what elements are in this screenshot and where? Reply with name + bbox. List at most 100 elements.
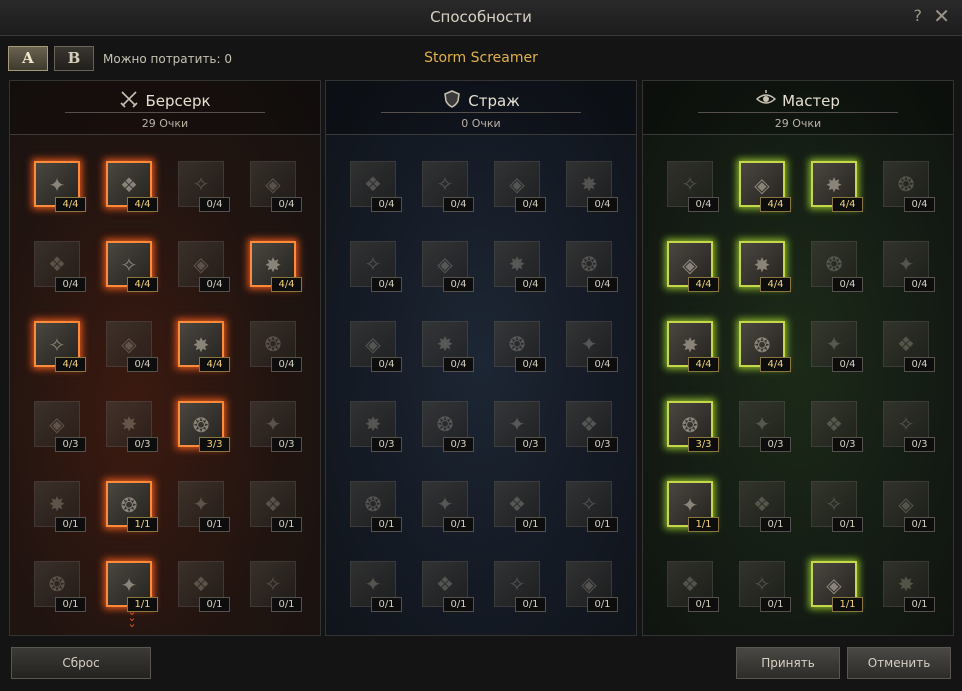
skill-slot[interactable]: ❂ 0/4 <box>566 241 618 292</box>
skill-slot[interactable]: ❖ 0/4 <box>350 161 402 212</box>
skill-slot[interactable]: ✧ 4/4 <box>34 321 86 372</box>
skill-slot[interactable]: ❂ 0/1 <box>350 481 402 532</box>
skill-slot[interactable]: ✦ 0/4 <box>811 321 863 372</box>
close-icon[interactable]: ✕ <box>933 4 950 28</box>
skill-slot[interactable]: ✸ 4/4 <box>178 321 230 372</box>
skill-level: 4/4 <box>832 197 863 212</box>
skill-slot[interactable]: ❖ 0/1 <box>494 481 546 532</box>
skill-slot[interactable]: ✦ 0/4 <box>566 321 618 372</box>
skill-slot[interactable]: ✦ 1/1 <box>106 561 158 612</box>
skill-slot[interactable]: ✸ 0/4 <box>422 321 474 372</box>
skill-slot[interactable]: ◈ 0/4 <box>350 321 402 372</box>
skill-glyph-icon: ✧ <box>48 333 66 357</box>
skill-slot[interactable]: ✧ 0/4 <box>667 161 719 212</box>
skill-slot[interactable]: ◈ 0/4 <box>494 161 546 212</box>
skill-slot[interactable]: ✧ 4/4 <box>106 241 158 292</box>
skill-slot[interactable]: ❖ 0/1 <box>667 561 719 612</box>
skill-level: 4/4 <box>760 357 791 372</box>
skill-level: 0/3 <box>55 437 86 452</box>
skill-slot[interactable]: ❂ 0/4 <box>494 321 546 372</box>
skill-slot[interactable]: ✧ 0/1 <box>250 561 302 612</box>
skill-slot[interactable]: ✸ 4/4 <box>250 241 302 292</box>
skill-slot[interactable]: ✧ 0/4 <box>422 161 474 212</box>
skill-slot[interactable]: ❂ 0/4 <box>250 321 302 372</box>
skill-glyph-icon: ✸ <box>264 253 282 277</box>
skill-slot[interactable]: ◈ 0/1 <box>883 481 935 532</box>
skill-slot[interactable]: ✧ 0/4 <box>178 161 230 212</box>
skill-level: 4/4 <box>688 357 719 372</box>
skill-slot[interactable]: ✸ 0/3 <box>350 401 402 452</box>
skill-slot[interactable]: ❂ 0/3 <box>422 401 474 452</box>
skill-slot[interactable]: ◈ 0/4 <box>250 161 302 212</box>
skill-slot[interactable]: ✸ 4/4 <box>811 161 863 212</box>
skill-slot[interactable]: ❂ 0/1 <box>34 561 86 612</box>
skill-slot[interactable]: ◈ 0/4 <box>106 321 158 372</box>
skill-level: 4/4 <box>127 277 158 292</box>
skill-slot[interactable]: ✸ 0/1 <box>34 481 86 532</box>
skill-slot[interactable]: ✸ 0/4 <box>494 241 546 292</box>
skill-slot[interactable]: ◈ 0/1 <box>566 561 618 612</box>
skill-slot[interactable]: ◈ 0/4 <box>178 241 230 292</box>
skill-level: 0/4 <box>271 357 302 372</box>
skill-slot[interactable]: ❖ 4/4 <box>106 161 158 212</box>
help-icon[interactable]: ? <box>914 6 923 25</box>
skill-slot[interactable]: ❖ 0/3 <box>566 401 618 452</box>
skill-slot[interactable]: ❂ 3/3 <box>667 401 719 452</box>
skill-slot[interactable]: ❖ 0/1 <box>178 561 230 612</box>
skill-level: 0/4 <box>832 357 863 372</box>
skill-level: 0/3 <box>271 437 302 452</box>
cancel-button[interactable]: Отменить <box>847 647 951 679</box>
skill-slot[interactable]: ❖ 0/1 <box>739 481 791 532</box>
skill-slot[interactable]: ✦ 0/3 <box>494 401 546 452</box>
skill-slot[interactable]: ◈ 4/4 <box>667 241 719 292</box>
skill-slot[interactable]: ❖ 0/4 <box>34 241 86 292</box>
skill-slot[interactable]: ✸ 0/3 <box>106 401 158 452</box>
skill-glyph-icon: ❂ <box>192 413 210 437</box>
skill-slot[interactable]: ✧ 0/1 <box>811 481 863 532</box>
skill-slot[interactable]: ✸ 4/4 <box>739 241 791 292</box>
skill-slot[interactable]: ✧ 0/4 <box>350 241 402 292</box>
skill-slot[interactable]: ❂ 1/1 <box>106 481 158 532</box>
reset-button[interactable]: Сброс <box>11 647 151 679</box>
skill-slot[interactable]: ◈ 0/4 <box>422 241 474 292</box>
skill-slot[interactable]: ✦ 0/1 <box>350 561 402 612</box>
preset-b-button[interactable]: B <box>54 46 94 71</box>
skill-slot[interactable]: ❂ 0/4 <box>883 161 935 212</box>
skill-glyph-icon: ✸ <box>753 253 771 277</box>
skill-glyph-icon: ✸ <box>681 333 699 357</box>
skill-slot[interactable]: ✸ 0/1 <box>883 561 935 612</box>
skill-slot[interactable]: ◈ 1/1 <box>811 561 863 612</box>
skill-slot[interactable]: ❖ 0/1 <box>422 561 474 612</box>
skill-slot[interactable]: ❂ 3/3 <box>178 401 230 452</box>
skill-glyph-icon: ✸ <box>48 492 66 516</box>
skill-level: 0/1 <box>199 597 230 612</box>
skill-slot[interactable]: ✸ 0/4 <box>566 161 618 212</box>
skill-slot[interactable]: ✦ 4/4 <box>34 161 86 212</box>
skill-slot[interactable]: ◈ 0/3 <box>34 401 86 452</box>
skill-slot[interactable]: ✦ 0/3 <box>250 401 302 452</box>
skill-level: 4/4 <box>55 197 86 212</box>
skill-slot[interactable]: ✧ 0/1 <box>566 481 618 532</box>
skill-glyph-icon: ✸ <box>436 332 454 356</box>
skill-level: 0/1 <box>832 517 863 532</box>
skill-slot[interactable]: ❖ 0/3 <box>811 401 863 452</box>
accept-button[interactable]: Принять <box>736 647 840 679</box>
skill-slot[interactable]: ✦ 0/1 <box>178 481 230 532</box>
preset-a-button[interactable]: A <box>8 46 48 71</box>
skill-glyph-icon: ✸ <box>364 412 382 436</box>
skill-slot[interactable]: ✦ 1/1 <box>667 481 719 532</box>
skill-slot[interactable]: ✧ 0/1 <box>494 561 546 612</box>
skill-slot[interactable]: ✦ 0/1 <box>422 481 474 532</box>
skill-slot[interactable]: ◈ 4/4 <box>739 161 791 212</box>
skill-slot[interactable]: ❂ 4/4 <box>739 321 791 372</box>
skill-slot[interactable]: ✧ 0/1 <box>739 561 791 612</box>
skill-slot[interactable]: ✦ 0/4 <box>883 241 935 292</box>
skill-level: 0/1 <box>443 517 474 532</box>
skill-slot[interactable]: ✧ 0/3 <box>883 401 935 452</box>
skill-slot[interactable]: ❖ 0/1 <box>250 481 302 532</box>
skill-glyph-icon: ◈ <box>265 172 281 196</box>
skill-slot[interactable]: ❂ 0/4 <box>811 241 863 292</box>
skill-slot[interactable]: ✦ 0/3 <box>739 401 791 452</box>
skill-slot[interactable]: ✸ 4/4 <box>667 321 719 372</box>
skill-slot[interactable]: ❖ 0/4 <box>883 321 935 372</box>
